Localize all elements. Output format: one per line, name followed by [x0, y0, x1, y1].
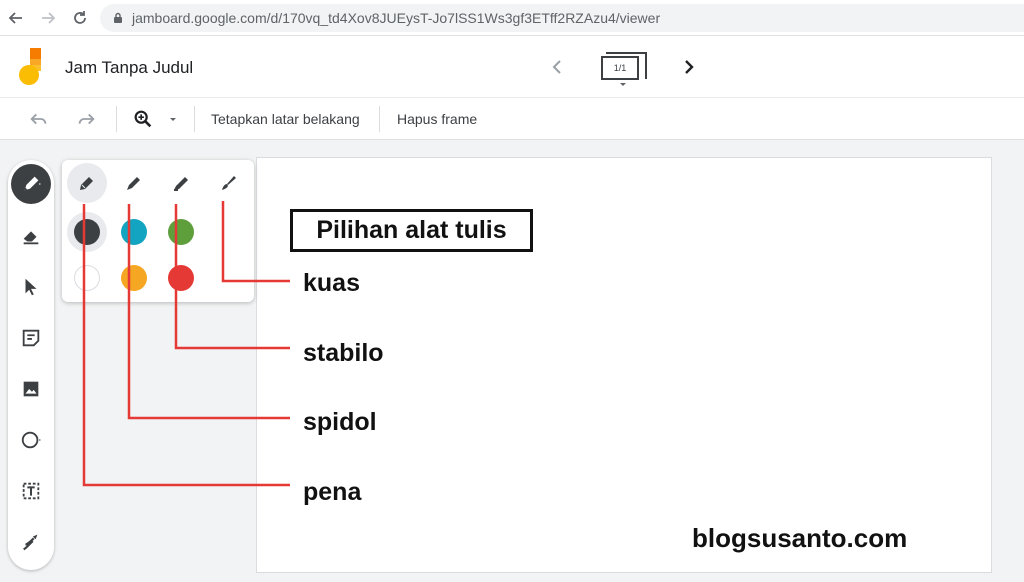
color-swatch-green[interactable] [161, 212, 201, 252]
label-spidol: spidol [303, 408, 377, 436]
document-title[interactable]: Jam Tanpa Judul [65, 58, 193, 78]
pen-tool[interactable] [11, 164, 51, 204]
app-header: Jam Tanpa Judul 1/1 [0, 36, 1024, 98]
circle-shape-icon [21, 431, 42, 449]
text-box-icon [22, 482, 40, 500]
pen-options-panel [62, 160, 254, 302]
caret-down-icon [170, 118, 176, 121]
highlighter-icon [174, 177, 188, 191]
cursor-arrow-icon [25, 278, 37, 296]
swatch-fill [74, 265, 100, 291]
eraser-tool[interactable] [11, 216, 51, 256]
sticky-note-tool[interactable] [11, 318, 51, 358]
swatch-fill [74, 219, 100, 245]
pen-icon [24, 176, 42, 191]
address-bar[interactable]: jamboard.google.com/d/170vq_td4Xov8JUEys… [100, 4, 1024, 32]
frame-counter[interactable]: 1/1 [601, 56, 639, 80]
annotation-title: Pilihan alat tulis [290, 209, 533, 252]
sticky-note-icon [22, 329, 40, 347]
color-swatch-dark-gray[interactable] [67, 212, 107, 252]
pen-type-highlighter[interactable] [161, 163, 201, 203]
browser-bar: jamboard.google.com/d/170vq_td4Xov8JUEys… [0, 0, 1024, 36]
label-pena: pena [303, 478, 362, 506]
marker-icon [127, 177, 140, 190]
toolbar: Tetapkan latar belakang Hapus frame [0, 98, 1024, 140]
color-swatch-blue[interactable] [114, 212, 154, 252]
watermark: blogsusanto.com [692, 523, 908, 553]
laser-tool[interactable] [11, 522, 51, 562]
image-icon [23, 381, 39, 397]
redo-icon [78, 113, 95, 125]
swatch-fill [168, 265, 194, 291]
swatch-fill [168, 219, 194, 245]
color-swatch-yellow[interactable] [114, 258, 154, 298]
eraser-icon [23, 231, 39, 245]
pen-type-pen[interactable] [67, 163, 107, 203]
undo-button[interactable] [27, 107, 51, 131]
pen-type-marker[interactable] [114, 163, 154, 203]
lock-icon [114, 12, 122, 23]
set-background-button[interactable]: Tetapkan latar belakang [211, 111, 360, 127]
label-stabilo: stabilo [303, 339, 384, 367]
swatch-fill [121, 219, 147, 245]
reload-button[interactable] [68, 6, 92, 30]
chevron-right-icon [685, 60, 694, 74]
brush-icon [222, 176, 236, 190]
arrow-back-icon [8, 12, 22, 24]
url-text: jamboard.google.com/d/170vq_td4Xov8JUEys… [132, 10, 661, 26]
swatch-fill [121, 265, 147, 291]
pen-icon [80, 177, 93, 190]
shape-tool[interactable] [11, 420, 51, 460]
laser-pointer-icon [23, 534, 38, 551]
color-swatch-white[interactable] [67, 258, 107, 298]
screen-root: jamboard.google.com/d/170vq_td4Xov8JUEys… [0, 0, 1024, 582]
forward-button[interactable] [36, 6, 60, 30]
zoom-button[interactable] [131, 107, 155, 131]
reload-icon [74, 11, 86, 24]
image-tool[interactable] [11, 369, 51, 409]
toolbar-divider [379, 106, 380, 132]
previous-frame-button[interactable] [547, 56, 569, 78]
chevron-left-icon [552, 60, 561, 74]
undo-icon [30, 113, 47, 125]
select-tool[interactable] [11, 267, 51, 307]
back-button[interactable] [4, 6, 28, 30]
next-frame-button[interactable] [678, 56, 700, 78]
pen-type-brush[interactable] [208, 163, 248, 203]
jamboard-logo-icon [19, 48, 41, 85]
delete-frame-button[interactable]: Hapus frame [397, 111, 477, 127]
toolbar-divider [194, 106, 195, 132]
toolbar-divider [116, 106, 117, 132]
label-kuas: kuas [303, 269, 360, 297]
color-swatch-red[interactable] [161, 258, 201, 298]
text-box-tool[interactable] [11, 471, 51, 511]
zoom-in-icon [134, 110, 152, 128]
zoom-dropdown-button[interactable] [164, 107, 182, 131]
redo-button[interactable] [74, 107, 98, 131]
tool-rail [8, 160, 54, 570]
arrow-forward-icon [42, 12, 56, 24]
